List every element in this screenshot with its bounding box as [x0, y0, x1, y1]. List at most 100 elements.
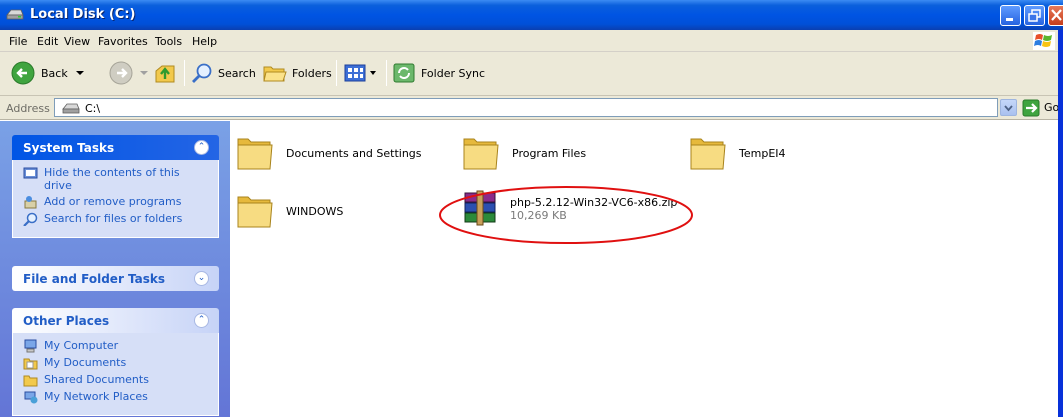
up-folder-button[interactable]	[152, 58, 178, 88]
window-border	[1058, 30, 1063, 417]
menu-file[interactable]: File	[9, 35, 27, 48]
task-pane: System Tasks ⌃ Hide the contents of this…	[0, 121, 230, 417]
folder-icon	[237, 138, 273, 170]
expand-icon[interactable]: ⌄	[194, 271, 209, 286]
folder-icon	[463, 138, 499, 170]
views-icon	[344, 64, 366, 82]
close-icon	[1051, 9, 1062, 21]
computer-icon	[24, 339, 37, 353]
chevron-down-icon	[1004, 105, 1013, 112]
menu-bar: File Edit View Favorites Tools Help	[0, 30, 1063, 52]
place-label: My Computer	[44, 339, 119, 352]
place-shared-documents[interactable]: Shared Documents	[23, 373, 210, 387]
search-icon	[192, 63, 212, 83]
other-places-body: My Computer My Documents Shared Document…	[12, 333, 219, 416]
network-places-icon	[24, 391, 38, 404]
windows-logo-icon	[1033, 32, 1055, 50]
shared-documents-icon	[23, 375, 38, 387]
folder-sync-button[interactable]: Folder Sync	[392, 58, 485, 88]
folder-icon	[237, 196, 273, 228]
folder-label: TempEI4	[739, 146, 786, 160]
back-label: Back	[41, 66, 68, 80]
folders-button[interactable]: Folders	[262, 58, 332, 88]
close-button[interactable]	[1048, 5, 1063, 26]
chevron-down-icon	[75, 71, 84, 75]
restore-button[interactable]	[1024, 5, 1045, 26]
file-list: Documents and Settings Program Files Tem…	[230, 121, 1063, 417]
go-arrow-icon	[1022, 99, 1040, 116]
system-tasks-header[interactable]: System Tasks ⌃	[12, 135, 219, 160]
address-value: C:\	[85, 102, 101, 115]
views-button[interactable]	[344, 58, 378, 88]
address-label: Address	[6, 102, 50, 115]
chevron-down-icon	[370, 71, 376, 75]
minimize-button[interactable]	[1000, 5, 1021, 26]
other-places-panel: Other Places ⌃ My Computer My Documents …	[12, 308, 219, 416]
address-dropdown-button[interactable]	[1000, 99, 1017, 116]
task-search-files[interactable]: Search for files or folders	[23, 212, 210, 226]
task-label: Search for files or folders	[44, 212, 183, 225]
window-title: Local Disk (C:)	[30, 7, 136, 22]
forward-arrow-icon	[109, 61, 133, 85]
folders-label: Folders	[292, 66, 332, 80]
chevron-down-icon	[140, 71, 148, 75]
folder-item[interactable]: TempEI4	[689, 133, 786, 173]
place-my-computer[interactable]: My Computer	[23, 339, 210, 353]
add-remove-programs-icon	[24, 196, 37, 209]
my-documents-icon	[23, 358, 38, 370]
drive-icon	[62, 103, 80, 114]
back-button[interactable]: Back	[10, 58, 86, 88]
folder-sync-label: Folder Sync	[421, 66, 486, 80]
collapse-icon[interactable]: ⌃	[194, 140, 209, 155]
search-button[interactable]: Search	[190, 58, 256, 88]
folder-label: Documents and Settings	[286, 146, 422, 160]
folder-item[interactable]: Documents and Settings	[236, 133, 422, 173]
address-input[interactable]: C:\	[54, 98, 998, 117]
folder-label: WINDOWS	[286, 204, 344, 218]
collapse-icon[interactable]: ⌃	[194, 313, 209, 328]
folders-icon	[263, 66, 287, 82]
other-places-header[interactable]: Other Places ⌃	[12, 308, 219, 333]
folder-icon	[690, 138, 726, 170]
search-label: Search	[218, 66, 256, 80]
highlight-ellipse	[439, 186, 693, 244]
file-folder-tasks-panel: File and Folder Tasks ⌄	[12, 266, 219, 291]
system-tasks-body: Hide the contents of this drive Add or r…	[12, 160, 219, 238]
toolbar: Back Search Folders Folder Sync	[0, 52, 1063, 96]
menu-favorites[interactable]: Favorites	[98, 35, 148, 48]
task-add-remove-programs[interactable]: Add or remove programs	[23, 195, 210, 209]
place-label: My Network Places	[44, 390, 148, 403]
menu-edit[interactable]: Edit	[37, 35, 58, 48]
folder-item[interactable]: WINDOWS	[236, 191, 343, 231]
drive-icon	[6, 9, 24, 20]
restore-icon	[1028, 9, 1041, 22]
place-label: Shared Documents	[44, 373, 149, 386]
place-label: My Documents	[44, 356, 127, 369]
up-folder-icon	[155, 65, 175, 83]
menu-tools[interactable]: Tools	[155, 35, 182, 48]
system-tasks-panel: System Tasks ⌃ Hide the contents of this…	[12, 135, 219, 238]
task-label: Hide the contents of this drive	[44, 166, 180, 192]
panel-title: Other Places	[23, 314, 110, 328]
go-label: Go	[1044, 101, 1060, 114]
forward-button[interactable]	[108, 58, 150, 88]
folder-sync-icon	[393, 63, 415, 83]
panel-title: File and Folder Tasks	[23, 272, 166, 286]
place-my-network-places[interactable]: My Network Places	[23, 390, 210, 404]
panel-title: System Tasks	[23, 141, 115, 155]
search-icon	[23, 212, 38, 226]
folder-item[interactable]: Program Files	[462, 133, 586, 173]
minimize-icon	[1006, 18, 1013, 21]
address-bar: Address C:\ Go	[0, 96, 1063, 120]
file-folder-tasks-header[interactable]: File and Folder Tasks ⌄	[12, 266, 219, 291]
hide-contents-icon	[23, 167, 38, 179]
task-label: Add or remove programs	[44, 195, 182, 208]
folder-label: Program Files	[512, 146, 587, 160]
go-button[interactable]: Go	[1022, 98, 1059, 117]
back-arrow-icon	[11, 61, 35, 85]
menu-view[interactable]: View	[64, 35, 90, 48]
menu-help[interactable]: Help	[192, 35, 217, 48]
place-my-documents[interactable]: My Documents	[23, 356, 210, 370]
title-bar[interactable]: Local Disk (C:)	[0, 0, 1063, 30]
task-hide-contents[interactable]: Hide the contents of this drive	[23, 166, 210, 192]
